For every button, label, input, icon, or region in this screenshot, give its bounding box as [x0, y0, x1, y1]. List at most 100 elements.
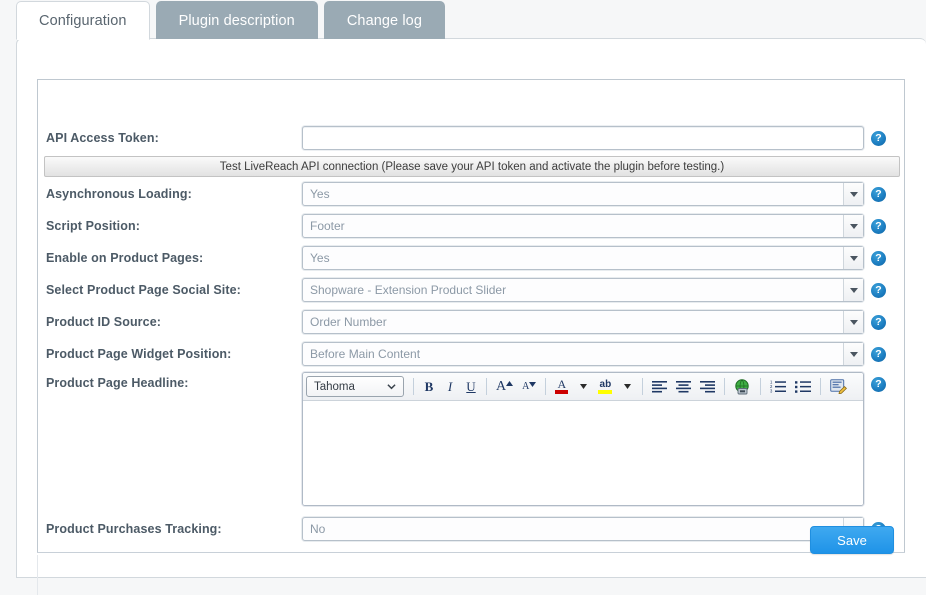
align-center-glyph: [676, 381, 692, 393]
font-family-select[interactable]: Tahoma: [306, 376, 404, 397]
tab-configuration[interactable]: Configuration: [16, 1, 150, 40]
rich-text-editor: Tahoma B I U A A A ab 1 2 3: [302, 372, 864, 506]
control-enable-on-product-pages: Yes ?: [302, 246, 886, 270]
script-position-select[interactable]: Footer: [302, 214, 864, 238]
help-icon-select-product-page-social-site[interactable]: ?: [871, 283, 886, 298]
highlight-color-swatch: [598, 389, 613, 394]
grow-font-icon[interactable]: A: [492, 376, 517, 398]
tab-change-log[interactable]: Change log: [323, 1, 445, 39]
bullet-list-icon[interactable]: [791, 376, 815, 398]
control-asynchronous-loading: Yes ?: [302, 182, 886, 206]
align-right-icon[interactable]: [696, 376, 719, 398]
font-color-swatch: [555, 390, 569, 394]
label-select-product-page-social-site: Select Product Page Social Site:: [46, 283, 241, 297]
source-code-glyph: [830, 379, 848, 394]
underline-glyph: U: [466, 379, 476, 394]
source-code-icon[interactable]: [826, 376, 851, 398]
caret-up-icon: [506, 380, 514, 386]
chevron-down-icon: [387, 384, 396, 390]
help-icon-asynchronous-loading[interactable]: ?: [871, 187, 886, 202]
field-row-asynchronous-loading: Asynchronous Loading: Yes ?: [38, 182, 906, 206]
field-row-product-page-widget-position: Product Page Widget Position: Before Mai…: [38, 342, 906, 366]
text-highlight-icon[interactable]: ab: [594, 376, 616, 398]
save-button[interactable]: Save: [810, 526, 894, 554]
product-purchases-tracking-select[interactable]: No: [302, 517, 864, 541]
product-id-source-value: Order Number: [310, 315, 387, 329]
bold-icon[interactable]: B: [419, 376, 439, 398]
chevron-down-icon[interactable]: [843, 311, 863, 333]
control-product-id-source: Order Number ?: [302, 310, 886, 334]
globe-link-glyph: [735, 378, 750, 394]
toolbar-separator: [413, 378, 414, 395]
grow-font-glyph: A: [496, 378, 507, 394]
label-product-id-source: Product ID Source:: [46, 315, 162, 329]
field-row-select-product-page-social-site: Select Product Page Social Site: Shopwar…: [38, 278, 906, 302]
test-api-connection-button[interactable]: Test LiveReach API connection (Please sa…: [44, 156, 900, 177]
toolbar-separator: [724, 378, 726, 395]
align-left-icon[interactable]: [648, 376, 671, 398]
product-page-headline-editor-body[interactable]: [303, 401, 863, 505]
test-api-connection-label: Test LiveReach API connection (Please sa…: [219, 160, 725, 173]
control-product-page-widget-position: Before Main Content ?: [302, 342, 886, 366]
settings-fieldset: API Access Token: ? Test LiveReach API c…: [37, 79, 905, 553]
help-icon-product-page-headline[interactable]: ?: [871, 377, 886, 392]
numbered-list-glyph: 123: [770, 380, 787, 394]
insert-link-icon[interactable]: [730, 376, 755, 398]
label-product-page-widget-position: Product Page Widget Position:: [46, 347, 232, 361]
control-script-position: Footer ?: [302, 214, 886, 238]
bullet-list-glyph: [795, 381, 812, 393]
font-family-value: Tahoma: [314, 380, 355, 393]
tab-plugin-description-label: Plugin description: [178, 12, 295, 29]
field-row-product-page-headline: Product Page Headline: Tahoma B I U A A …: [38, 372, 906, 506]
enable-on-product-pages-select[interactable]: Yes: [302, 246, 864, 270]
select-product-page-social-site-select[interactable]: Shopware - Extension Product Slider: [302, 278, 864, 302]
save-button-label: Save: [837, 532, 867, 548]
text-highlight-dropdown-icon[interactable]: [617, 376, 637, 398]
caret-down-icon: [623, 384, 631, 389]
asynchronous-loading-select[interactable]: Yes: [302, 182, 864, 206]
italic-glyph: I: [447, 379, 453, 394]
product-page-widget-position-select[interactable]: Before Main Content: [302, 342, 864, 366]
font-color-dropdown-icon[interactable]: [573, 376, 593, 398]
label-script-position: Script Position:: [46, 219, 140, 233]
help-icon-product-page-widget-position[interactable]: ?: [871, 347, 886, 362]
control-api-access-token: ?: [302, 126, 886, 150]
help-icon-script-position[interactable]: ?: [871, 219, 886, 234]
chevron-down-icon[interactable]: [843, 343, 863, 365]
italic-icon[interactable]: I: [440, 376, 460, 398]
font-color-glyph: A: [557, 377, 567, 391]
toolbar-separator: [820, 378, 822, 395]
configuration-panel: API Access Token: ? Test LiveReach API c…: [16, 38, 926, 595]
product-page-widget-position-value: Before Main Content: [310, 347, 421, 361]
help-icon-api-access-token[interactable]: ?: [871, 131, 886, 146]
label-product-purchases-tracking: Product Purchases Tracking:: [46, 522, 222, 536]
label-enable-on-product-pages: Enable on Product Pages:: [46, 251, 204, 265]
underline-icon[interactable]: U: [461, 376, 481, 398]
shrink-font-glyph: A: [522, 380, 530, 392]
svg-text:3: 3: [770, 389, 773, 394]
label-asynchronous-loading: Asynchronous Loading:: [46, 187, 192, 201]
shrink-font-icon[interactable]: A: [518, 376, 540, 398]
tab-plugin-description[interactable]: Plugin description: [155, 1, 318, 39]
help-icon-enable-on-product-pages[interactable]: ?: [871, 251, 886, 266]
control-select-product-page-social-site: Shopware - Extension Product Slider ?: [302, 278, 886, 302]
align-center-icon[interactable]: [672, 376, 695, 398]
chevron-down-icon[interactable]: [843, 183, 863, 205]
enable-on-product-pages-value: Yes: [310, 251, 330, 265]
toolbar-separator: [642, 378, 644, 395]
product-id-source-select[interactable]: Order Number: [302, 310, 864, 334]
help-icon-product-id-source[interactable]: ?: [871, 315, 886, 330]
field-row-product-purchases-tracking: Product Purchases Tracking: No ?: [38, 517, 906, 541]
asynchronous-loading-value: Yes: [310, 187, 330, 201]
chevron-down-icon[interactable]: [843, 279, 863, 301]
toolbar-separator: [545, 378, 547, 395]
tab-change-log-label: Change log: [346, 12, 422, 29]
api-access-token-input[interactable]: [302, 126, 864, 150]
numbered-list-icon[interactable]: 123: [766, 376, 790, 398]
font-color-icon[interactable]: A: [551, 376, 572, 398]
chevron-down-icon[interactable]: [843, 247, 863, 269]
field-row-product-id-source: Product ID Source: Order Number ?: [38, 310, 906, 334]
chevron-down-icon[interactable]: [843, 215, 863, 237]
caret-down-icon: [529, 381, 537, 387]
control-product-purchases-tracking: No ?: [302, 517, 886, 541]
